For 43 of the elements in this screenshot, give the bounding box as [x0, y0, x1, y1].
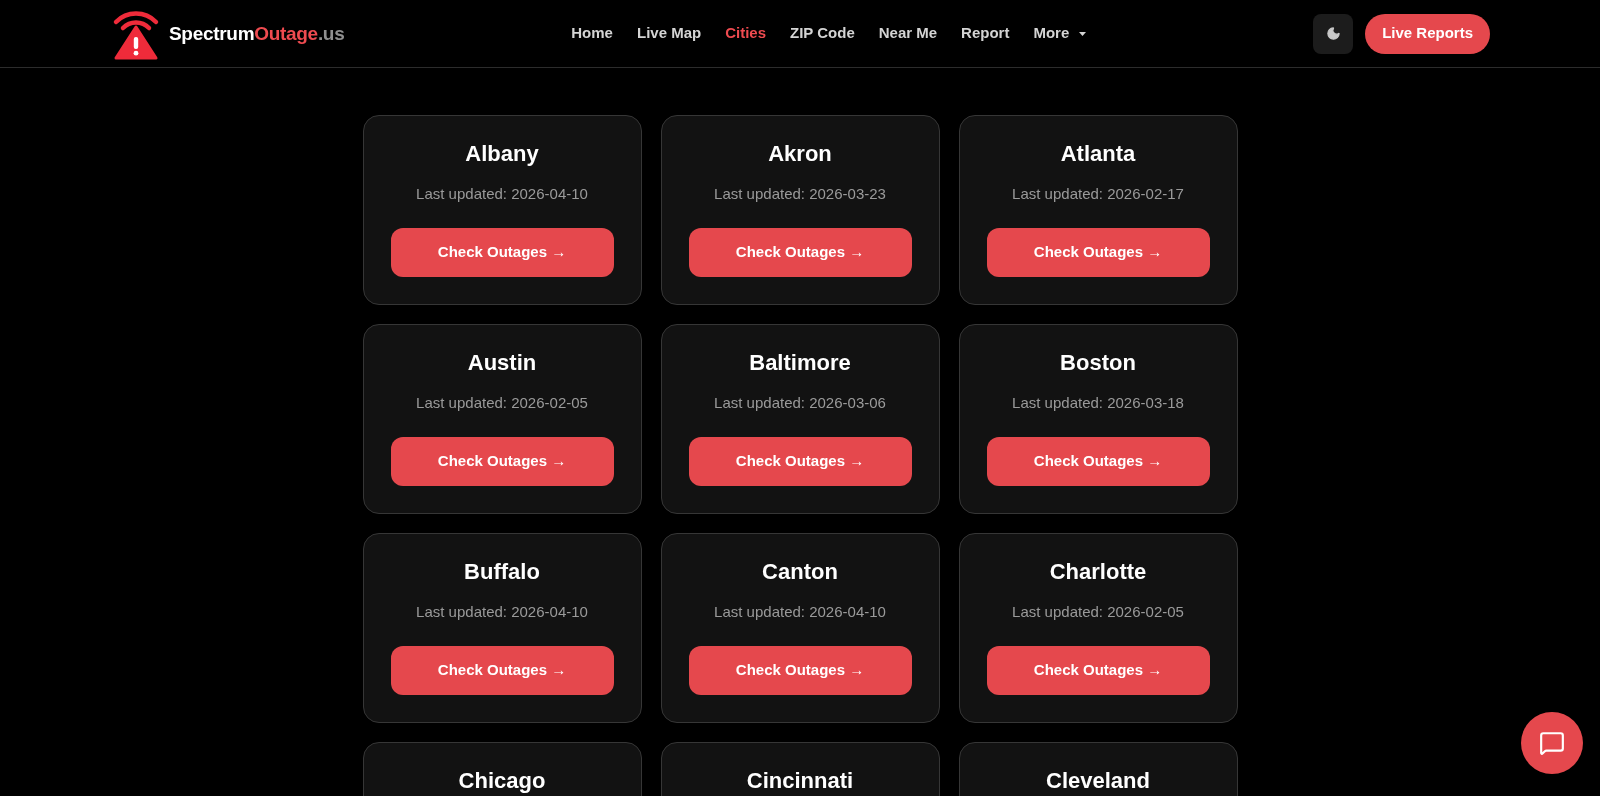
city-name: Baltimore — [749, 351, 851, 375]
last-updated-text: Last updated: 2026-02-05 — [416, 393, 588, 413]
chat-icon — [1539, 730, 1565, 756]
check-outages-button[interactable]: Check Outages → — [986, 437, 1210, 486]
check-outages-button[interactable]: Check Outages → — [390, 228, 614, 277]
last-updated-text: Last updated: 2026-03-06 — [714, 393, 886, 413]
city-name: Austin — [467, 351, 537, 375]
check-outages-button[interactable]: Check Outages → — [390, 437, 614, 486]
nav-link[interactable]: Home — [571, 22, 613, 45]
check-outages-button[interactable]: Check Outages → — [390, 646, 614, 695]
city-name: Cincinnati — [746, 769, 854, 793]
nav-link[interactable]: Report — [961, 22, 1010, 45]
last-updated-text: Last updated: 2026-04-10 — [714, 602, 886, 622]
check-outages-button[interactable]: Check Outages → — [688, 646, 912, 695]
caret-icon — [1079, 31, 1087, 36]
city-name: Cleveland — [1046, 769, 1150, 793]
city-name: Charlotte — [1049, 560, 1147, 584]
check-outages-button[interactable]: Check Outages → — [986, 646, 1210, 695]
moon-icon — [1325, 26, 1341, 41]
city-name: Boston — [1060, 351, 1136, 375]
last-updated-text: Last updated: 2026-02-05 — [1012, 602, 1184, 622]
city-name: Canton — [762, 560, 838, 584]
nav-dropdown[interactable]: More — [1033, 22, 1087, 45]
check-outages-button[interactable]: Check Outages → — [986, 228, 1210, 277]
nav-link[interactable]: ZIP Code — [790, 22, 855, 45]
city-name: Albany — [465, 142, 539, 166]
nav-link[interactable]: Cities — [725, 22, 766, 45]
city-name: Chicago — [458, 769, 546, 793]
dark-mode-toggle[interactable] — [1313, 13, 1354, 54]
last-updated-text: Last updated: 2026-03-18 — [1012, 393, 1184, 413]
live-reports-button[interactable]: Live Reports — [1365, 13, 1490, 54]
last-updated-text: Last updated: 2026-03-23 — [714, 184, 886, 204]
nav-link[interactable]: Live Map — [636, 22, 702, 45]
last-updated-text: Last updated: 2026-04-10 — [416, 602, 588, 622]
check-outages-button[interactable]: Check Outages → — [688, 228, 912, 277]
last-updated-text: Last updated: 2026-02-17 — [1012, 184, 1184, 204]
nav-link[interactable]: Near Me — [878, 22, 938, 45]
check-outages-button[interactable]: Check Outages → — [688, 437, 912, 486]
city-name: Buffalo — [464, 560, 540, 584]
last-updated-text: Last updated: 2026-04-10 — [416, 184, 588, 204]
site-logo-text[interactable]: SpectrumOutage.us — [169, 20, 345, 49]
city-name: Atlanta — [1060, 142, 1136, 166]
city-name: Akron — [768, 142, 832, 166]
